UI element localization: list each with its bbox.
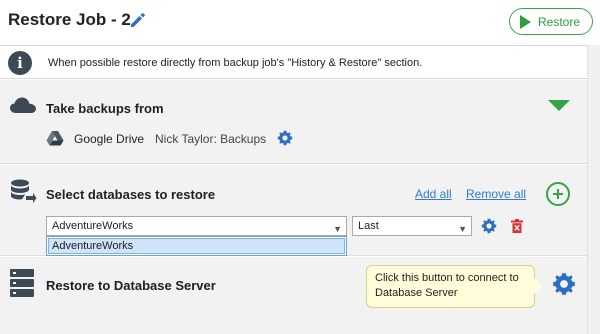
dropdown-option[interactable]: AdventureWorks [48,238,345,254]
databases-section-title: Select databases to restore [46,187,216,202]
trash-icon[interactable] [511,219,523,233]
database-select-value: AdventureWorks [52,220,134,232]
restore-button-label: Restore [538,14,581,29]
backup-version-value: Last [358,220,379,232]
chevron-down-icon: ▼ [458,224,467,234]
cloud-icon [10,97,36,113]
vertical-scrollbar[interactable] [587,45,600,334]
gear-icon[interactable] [277,130,293,146]
info-icon: i [8,51,32,75]
info-banner: i When possible restore directly from ba… [0,45,587,79]
connect-tooltip: Click this button to connect to Database… [366,265,535,308]
server-section-title: Restore to Database Server [46,278,216,293]
backup-version-select[interactable]: Last ▼ [352,216,472,236]
database-server-panel: Restore to Database Server Click this bu… [0,257,587,334]
backup-source-panel: Take backups from Google Drive Nick Tayl… [0,80,587,164]
info-text: When possible restore directly from back… [48,57,423,69]
database-dropdown-list: AdventureWorks [46,236,347,256]
google-drive-icon [46,131,64,146]
database-restore-icon [11,179,37,203]
database-select[interactable]: AdventureWorks ▼ [46,216,347,236]
backups-section-title: Take backups from [46,101,164,116]
pencil-icon[interactable] [129,11,147,29]
page-title: Restore Job - 2 [8,10,131,29]
server-icon [10,269,34,297]
backup-account-name: Nick Taylor: Backups [155,132,267,146]
gear-icon[interactable] [481,218,497,234]
backup-source-name: Google Drive [74,132,145,146]
collapse-triangle-icon[interactable] [548,100,570,111]
database-selection-panel: Select databases to restore Add all Remo… [0,165,587,256]
remove-all-link[interactable]: Remove all [466,187,526,201]
gear-icon[interactable] [552,272,576,296]
tooltip-arrow [534,278,542,294]
restore-button[interactable]: Restore [509,8,593,35]
play-icon [520,14,531,29]
add-database-button[interactable] [546,182,570,206]
header: Restore Job - 2 Restore [0,0,600,44]
add-all-link[interactable]: Add all [415,187,452,201]
